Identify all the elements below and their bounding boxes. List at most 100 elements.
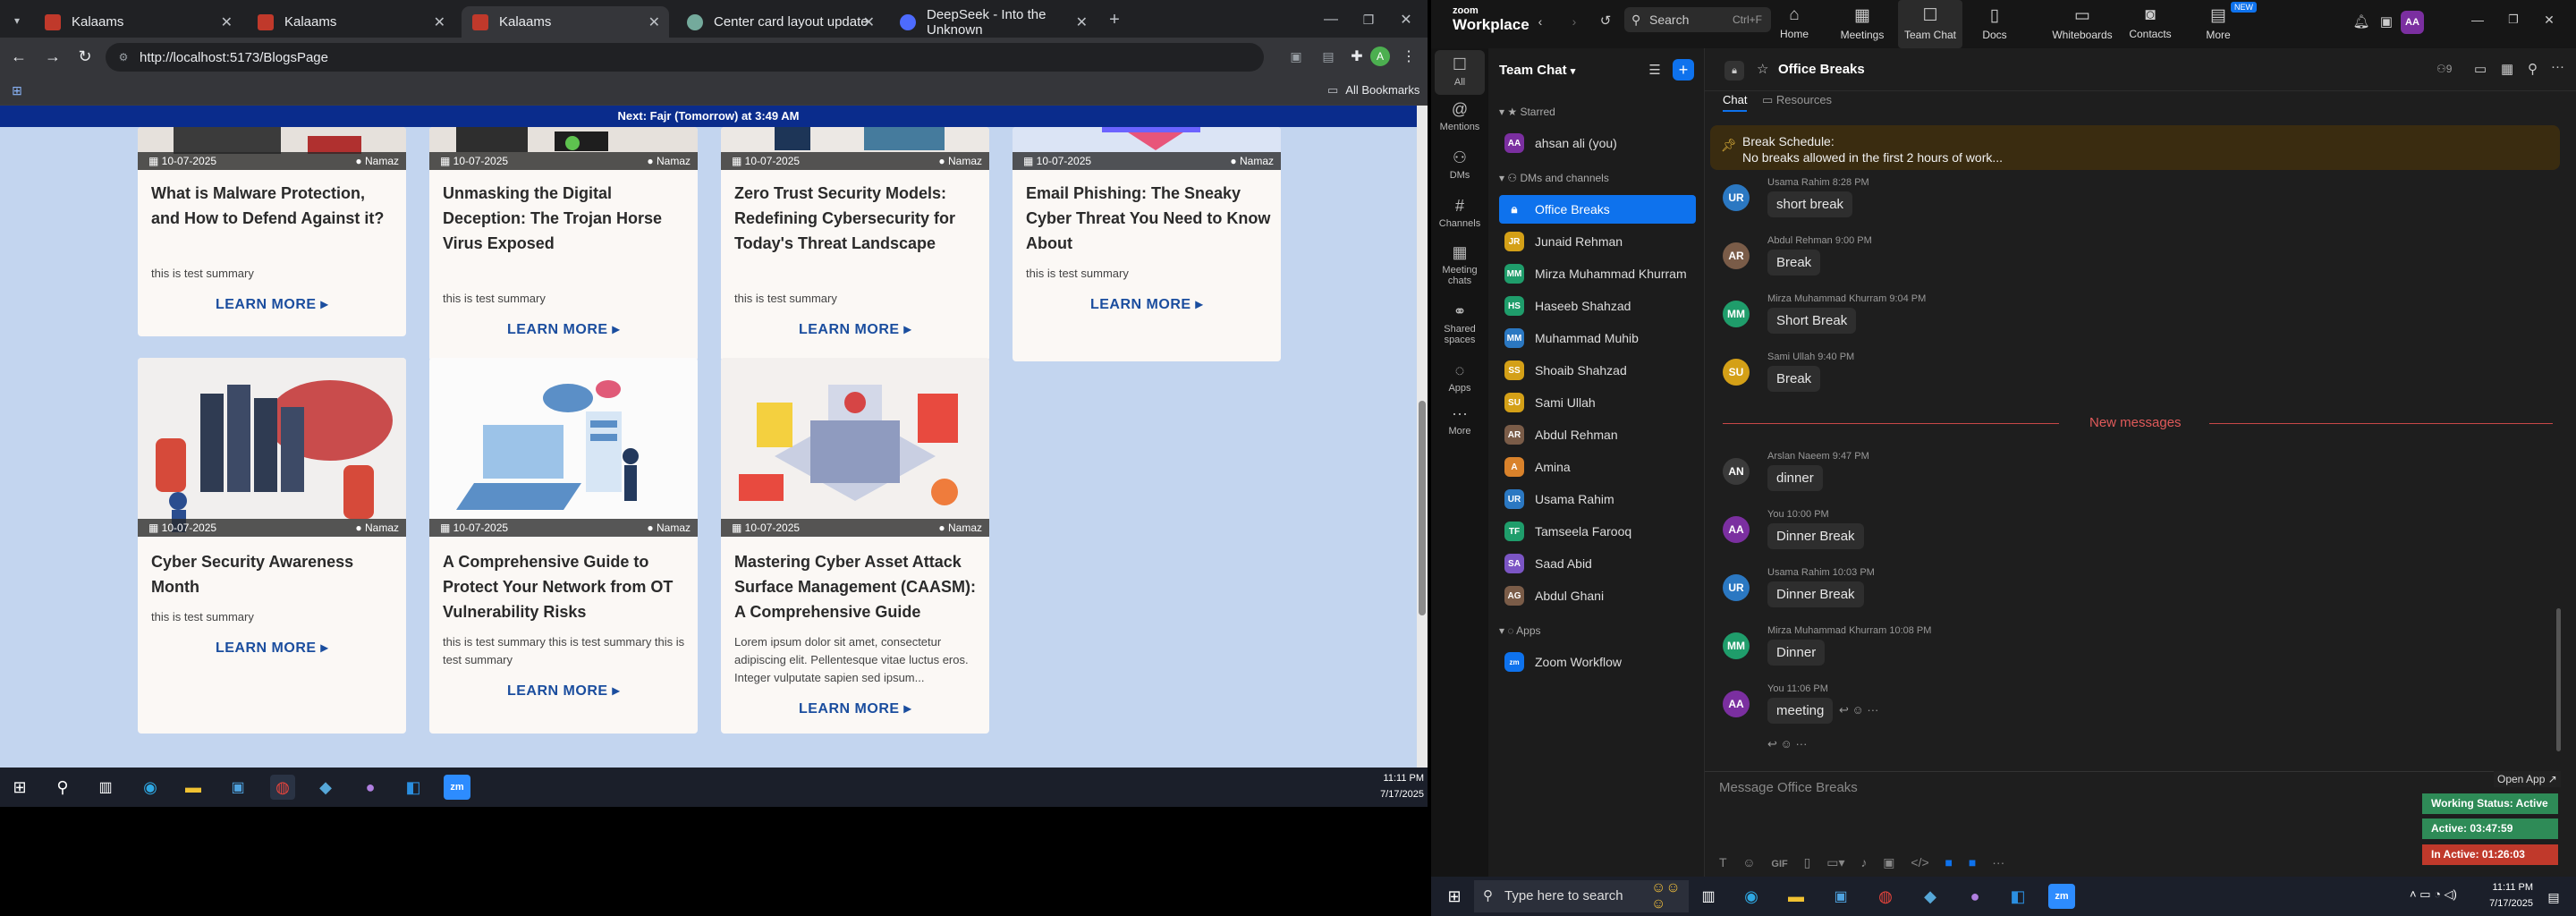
github-icon[interactable]: ● bbox=[360, 776, 381, 798]
blog-card[interactable]: ▦ 10-07-2025 ● Namaz Unmasking the Digita… bbox=[429, 127, 698, 361]
compose-plus-icon[interactable]: + bbox=[1673, 59, 1694, 81]
filter-icon[interactable]: ☰ bbox=[1646, 61, 1664, 79]
tab-search-icon[interactable]: ▾ bbox=[7, 11, 27, 30]
dm-item[interactable]: MM Mirza Muhammad Khurram bbox=[1499, 259, 1696, 288]
back-icon[interactable]: ‹ bbox=[1531, 13, 1549, 30]
close-window-icon[interactable]: ✕ bbox=[1395, 9, 1417, 30]
task-view-icon[interactable]: ▥ bbox=[95, 776, 116, 798]
app-icon[interactable]: ■ bbox=[1969, 855, 1976, 869]
minimize-icon[interactable]: — bbox=[2469, 11, 2487, 29]
video-icon[interactable]: ▭ bbox=[2474, 61, 2487, 77]
gif-icon[interactable]: GIF bbox=[1771, 859, 1787, 869]
rail-meeting-chats[interactable]: ▦ Meeting chats bbox=[1431, 243, 1488, 286]
nav-contacts[interactable]: ◙ Contacts bbox=[2122, 5, 2179, 40]
rail-channels[interactable]: # Channels bbox=[1431, 197, 1488, 229]
app-switch-icon[interactable]: ▣ bbox=[2377, 13, 2395, 30]
nav-whiteboards[interactable]: ▭ Whiteboards bbox=[2045, 5, 2120, 41]
dm-item[interactable]: SA Saad Abid bbox=[1499, 549, 1696, 578]
address-bar[interactable]: ⚙ http://localhost:5173/BlogsPage bbox=[106, 43, 1264, 72]
zoom-app-icon[interactable]: zm bbox=[444, 775, 470, 800]
dm-item[interactable]: A Amina bbox=[1499, 453, 1696, 481]
section-apps[interactable]: ▾ ◌ Apps bbox=[1499, 624, 1541, 637]
card-title[interactable]: Unmasking the Digital Deception: The Tro… bbox=[443, 181, 689, 256]
star-icon[interactable]: ☆ bbox=[1757, 61, 1768, 77]
zoom-app-icon[interactable]: zm bbox=[2048, 884, 2075, 909]
video-clip-icon[interactable]: ▣ bbox=[1883, 855, 1894, 869]
calendar-icon[interactable]: ▦ bbox=[2501, 61, 2513, 77]
app-zoom-workflow[interactable]: zm Zoom Workflow bbox=[1499, 648, 1696, 676]
restore-icon[interactable]: ❐ bbox=[2504, 11, 2522, 29]
github-icon[interactable]: ● bbox=[1964, 886, 1986, 907]
nav-meetings[interactable]: ▦ Meetings bbox=[1834, 5, 1891, 41]
rail-apps[interactable]: ◌ Apps bbox=[1431, 361, 1488, 394]
reload-icon[interactable]: ↻ bbox=[73, 45, 97, 68]
close-icon[interactable]: ✕ bbox=[434, 13, 445, 31]
blog-card[interactable]: ▦ 10-07-2025 ● Namaz Zero Trust Security … bbox=[721, 127, 989, 361]
task-view-icon[interactable]: ▥ bbox=[1698, 886, 1719, 907]
tab-resources[interactable]: ▭ Resources bbox=[1762, 93, 1832, 107]
starred-item[interactable]: AA ahsan ali (you) bbox=[1499, 129, 1696, 157]
learn-more-link[interactable]: LEARN MORE ▸ bbox=[721, 700, 989, 717]
app-icon[interactable]: ◆ bbox=[1919, 886, 1941, 907]
edge-icon[interactable]: ◉ bbox=[140, 776, 161, 798]
rail-mentions[interactable]: @ Mentions bbox=[1431, 100, 1488, 132]
pinned-message[interactable]: 📌︎ Break Schedule: No breaks allowed in … bbox=[1710, 125, 2560, 170]
format-icon[interactable]: T bbox=[1719, 855, 1726, 869]
learn-more-link[interactable]: LEARN MORE ▸ bbox=[138, 639, 406, 657]
tab-chat[interactable]: Chat bbox=[1723, 93, 1748, 112]
card-title[interactable]: Cyber Security Awareness Month bbox=[151, 549, 397, 599]
zoom-search-box[interactable]: ⚲ Search Ctrl+F bbox=[1624, 7, 1771, 32]
close-window-icon[interactable]: ✕ bbox=[2540, 11, 2558, 29]
file-icon[interactable]: ▯ bbox=[1804, 855, 1811, 869]
extensions-puzzle-icon[interactable]: ✚ bbox=[1347, 47, 1367, 66]
dm-item[interactable]: HS Haseeb Shahzad bbox=[1499, 292, 1696, 320]
search-icon[interactable]: ⚲ bbox=[2528, 61, 2538, 77]
app-icon[interactable]: ■ bbox=[1945, 855, 1953, 869]
scrollbar-thumb[interactable] bbox=[1419, 401, 1426, 615]
restore-icon[interactable]: ❐ bbox=[1358, 9, 1379, 30]
minimize-icon[interactable]: — bbox=[1320, 9, 1342, 30]
vscode-icon[interactable]: ◧ bbox=[402, 776, 424, 798]
message-composer[interactable]: Message Office Breaks bbox=[1719, 780, 2408, 807]
all-bookmarks-button[interactable]: ▭ All Bookmarks bbox=[1327, 83, 1419, 98]
emoji-icon[interactable]: ☺ bbox=[1742, 855, 1755, 869]
windows-start-icon[interactable]: ⊞ bbox=[1444, 886, 1465, 907]
chrome-icon[interactable]: ◍ bbox=[270, 775, 295, 800]
section-starred[interactable]: ▾ ★ Starred bbox=[1499, 106, 1555, 118]
site-info-icon[interactable]: ⚙ bbox=[116, 50, 131, 64]
blog-card[interactable]: ▦ 10-07-2025 ● Namaz A Comprehensive Guid… bbox=[429, 358, 698, 734]
card-title[interactable]: Zero Trust Security Models: Redefining C… bbox=[734, 181, 980, 256]
mic-icon[interactable]: ♪ bbox=[1860, 855, 1867, 869]
profile-avatar[interactable]: A bbox=[1370, 47, 1390, 66]
dm-item[interactable]: SS Shoaib Shahzad bbox=[1499, 356, 1696, 385]
open-app-button[interactable]: Open App ↗ bbox=[2494, 771, 2561, 787]
card-title[interactable]: A Comprehensive Guide to Protect Your Ne… bbox=[443, 549, 689, 624]
forward-icon[interactable]: › bbox=[1565, 13, 1583, 30]
nav-team-chat[interactable]: ☐ Team Chat bbox=[1898, 0, 1962, 48]
close-icon[interactable]: ✕ bbox=[863, 13, 875, 31]
page-scrollbar[interactable] bbox=[1417, 106, 1428, 768]
blog-card[interactable]: ▦ 10-07-2025 ● Namaz Cyber Security Aware… bbox=[138, 358, 406, 734]
message-actions[interactable]: ↩ ☺ ··· bbox=[1767, 737, 1807, 751]
section-dms[interactable]: ▾ ⚇ DMs and channels bbox=[1499, 172, 1609, 184]
rail-more[interactable]: ··· More bbox=[1431, 404, 1488, 437]
tab-1[interactable]: Kalaams ✕ bbox=[34, 6, 242, 38]
file-explorer-icon[interactable]: ▬ bbox=[182, 776, 204, 798]
store-icon[interactable]: ▣ bbox=[1830, 886, 1852, 907]
nav-docs[interactable]: ▯ Docs bbox=[1966, 5, 2023, 41]
file-explorer-icon[interactable]: ▬ bbox=[1785, 886, 1807, 907]
channel-office-breaks[interactable]: 🔒︎ Office Breaks bbox=[1499, 195, 1696, 224]
dm-item[interactable]: UR Usama Rahim bbox=[1499, 485, 1696, 513]
rail-dms[interactable]: ⚇ DMs bbox=[1431, 148, 1488, 181]
dm-item[interactable]: SU Sami Ullah bbox=[1499, 388, 1696, 417]
blog-card[interactable]: ▦ 10-07-2025 ● Namaz Email Phishing: The … bbox=[1013, 127, 1281, 361]
learn-more-link[interactable]: LEARN MORE ▸ bbox=[138, 295, 406, 313]
chat-title[interactable]: Office Breaks bbox=[1778, 62, 1865, 77]
blog-card[interactable]: ▦ 10-07-2025 ● Namaz What is Malware Prot… bbox=[138, 127, 406, 336]
close-icon[interactable]: ✕ bbox=[221, 13, 233, 31]
close-icon[interactable]: ✕ bbox=[648, 13, 660, 31]
tab-4[interactable]: Center card layout update ✕ bbox=[676, 6, 884, 38]
panel-title[interactable]: Team Chat ▾ bbox=[1499, 63, 1575, 78]
extension-icon[interactable]: ▣ bbox=[1286, 47, 1306, 66]
notification-icon[interactable]: ▤ bbox=[2544, 887, 2563, 907]
